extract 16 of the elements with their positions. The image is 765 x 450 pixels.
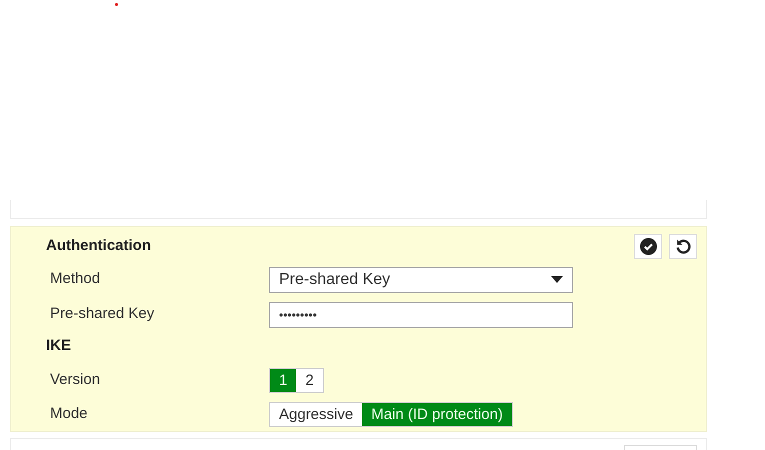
field-label: Pre-shared Key [49, 304, 156, 324]
section-title: Authentication [46, 236, 151, 256]
dot-mark [115, 3, 118, 6]
undo-icon [674, 238, 692, 254]
check-circle-icon [640, 238, 656, 254]
reset-button[interactable] [669, 234, 697, 258]
segment-option[interactable]: Main (ID protection) [362, 403, 512, 426]
caret-icon [551, 276, 563, 283]
confirm-button[interactable] [634, 234, 662, 258]
field-label: Method [49, 269, 102, 290]
section-title: IKE [46, 336, 72, 356]
field-label: Mode [49, 404, 89, 424]
field-label: Version [49, 370, 102, 390]
method-select[interactable]: Pre-shared Key [269, 266, 573, 292]
key-field[interactable]: ••••••••• [269, 302, 573, 328]
segment-option[interactable]: 1 [270, 369, 296, 392]
